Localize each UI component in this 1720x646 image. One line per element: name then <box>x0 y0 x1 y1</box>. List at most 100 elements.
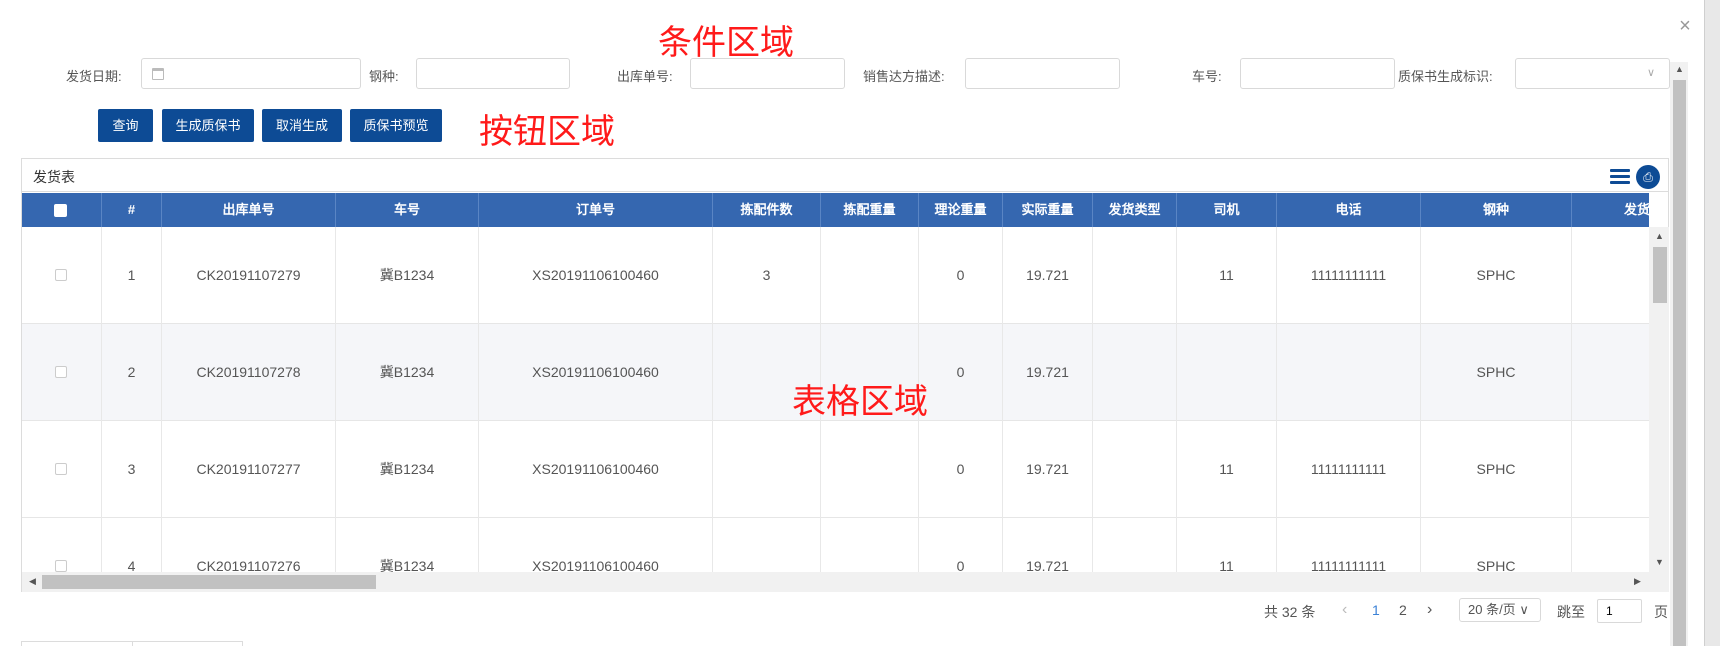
page-size-label: 20 条/页 <box>1468 602 1516 617</box>
col-header: 电话 <box>1277 193 1421 227</box>
row-checkbox[interactable] <box>55 366 67 378</box>
pick-count-cell <box>713 518 821 572</box>
annotation-buttons: 按钮区域 <box>479 112 615 152</box>
row-number: 2 <box>102 324 162 421</box>
vehicle-cell: 冀B1234 <box>336 421 479 518</box>
ship-type-cell <box>1093 518 1177 572</box>
outbound-cell: CK20191107279 <box>162 227 336 324</box>
order-cell: XS20191106100460 <box>479 518 713 572</box>
driver-cell: 11 <box>1177 421 1277 518</box>
query-button[interactable]: 查询 <box>98 109 153 142</box>
sales-desc-field[interactable] <box>965 58 1120 89</box>
row-checkbox[interactable] <box>55 560 67 572</box>
phone-cell: 11111111111 <box>1277 227 1421 324</box>
steel-grade-field[interactable] <box>416 58 570 89</box>
cert-flag-label: 质保书生成标识: <box>1398 69 1493 84</box>
vehicle-cell: 冀B1234 <box>336 324 479 421</box>
calendar-icon <box>152 68 164 80</box>
close-icon[interactable]: × <box>1675 16 1695 36</box>
grade-cell: SPHC <box>1421 518 1572 572</box>
select-all-checkbox[interactable] <box>54 204 67 217</box>
vehicle-no-field[interactable] <box>1240 58 1395 89</box>
next-page-icon[interactable]: › <box>1427 601 1432 619</box>
grade-cell: SPHC <box>1421 421 1572 518</box>
generate-cert-button[interactable]: 生成质保书 <box>162 109 254 142</box>
pick-count-cell: 3 <box>713 227 821 324</box>
jump-label: 跳至 <box>1557 604 1585 620</box>
col-header: # <box>102 193 162 227</box>
grade-cell: SPHC <box>1421 324 1572 421</box>
page-number[interactable]: 1 <box>1372 602 1380 618</box>
table-row[interactable]: 3 CK20191107277 冀B1234 XS20191106100460 … <box>22 421 1649 518</box>
outbound-cell: CK20191107276 <box>162 518 336 572</box>
ship-date-field[interactable] <box>141 58 361 89</box>
actual-weight-cell: 19.721 <box>1003 518 1093 572</box>
scroll-right-icon[interactable]: ▶ <box>1634 576 1641 587</box>
date-cell <box>1572 227 1649 324</box>
ship-type-cell <box>1093 324 1177 421</box>
page-size-select[interactable]: 20 条/页 ∨ <box>1459 598 1541 622</box>
pick-weight-cell <box>821 518 919 572</box>
col-header: 发货日期 <box>1572 193 1649 227</box>
grid-horizontal-scrollbar[interactable]: ◀ ▶ <box>22 572 1669 592</box>
row-checkbox[interactable] <box>55 269 67 281</box>
order-cell: XS20191106100460 <box>479 324 713 421</box>
jump-input[interactable] <box>1597 599 1642 623</box>
menu-icon[interactable] <box>1610 169 1630 184</box>
dialog-scrollbar[interactable]: ▲ <box>1670 62 1688 646</box>
ship-type-cell <box>1093 421 1177 518</box>
grid-title: 发货表 <box>33 169 75 185</box>
row-number: 4 <box>102 518 162 572</box>
row-checkbox[interactable] <box>55 463 67 475</box>
col-header: 拣配件数 <box>713 193 821 227</box>
page-number[interactable]: 2 <box>1399 602 1407 618</box>
pick-weight-cell <box>821 421 919 518</box>
filter-bar: 发货日期: 钢种: 出库单号: 销售达方描述: 车号: 质保书生成标识: ∨ <box>0 58 1680 90</box>
row-select-cell <box>22 518 102 572</box>
row-number: 1 <box>102 227 162 324</box>
backdrop-strip <box>1705 0 1720 646</box>
cert-preview-button[interactable]: 质保书预览 <box>350 109 442 142</box>
col-header: 订单号 <box>479 193 713 227</box>
annotation-table: 表格区域 <box>792 382 928 422</box>
vehicle-cell: 冀B1234 <box>336 518 479 572</box>
prev-page-icon[interactable]: ‹ <box>1342 601 1347 619</box>
row-select-cell <box>22 324 102 421</box>
actual-weight-cell: 19.721 <box>1003 421 1093 518</box>
theory-weight-cell: 0 <box>919 324 1003 421</box>
scroll-down-icon[interactable]: ▼ <box>1655 557 1664 567</box>
date-cell <box>1572 518 1649 572</box>
grid-vertical-scrollbar[interactable]: ▲ ▼ <box>1649 227 1669 572</box>
ship-date-label: 发货日期: <box>66 69 122 84</box>
scroll-left-icon[interactable]: ◀ <box>29 576 36 587</box>
actual-weight-cell: 19.721 <box>1003 227 1093 324</box>
table-row[interactable]: 4 CK20191107276 冀B1234 XS20191106100460 … <box>22 518 1649 572</box>
date-cell <box>1572 324 1649 421</box>
order-cell: XS20191106100460 <box>479 227 713 324</box>
table-row[interactable]: 1 CK20191107279 冀B1234 XS20191106100460 … <box>22 227 1649 324</box>
theory-weight-cell: 0 <box>919 421 1003 518</box>
pick-count-cell <box>713 421 821 518</box>
scroll-thumb[interactable] <box>1673 80 1686 646</box>
theory-weight-cell: 0 <box>919 227 1003 324</box>
grade-cell: SPHC <box>1421 227 1572 324</box>
phone-cell: 11111111111 <box>1277 518 1421 572</box>
print-icon[interactable]: ⎙ <box>1636 165 1660 189</box>
shipping-dialog: × 发货日期: 钢种: 出库单号: 销售达方描述: 车号: 质保书生成标识: ∨… <box>0 0 1720 646</box>
driver-cell: 11 <box>1177 518 1277 572</box>
scroll-up-icon[interactable]: ▲ <box>1655 231 1664 241</box>
col-header: 实际重量 <box>1003 193 1093 227</box>
select-all-cell <box>22 193 102 227</box>
outbound-cell: CK20191107277 <box>162 421 336 518</box>
scroll-thumb[interactable] <box>1653 247 1667 303</box>
ship-type-cell <box>1093 227 1177 324</box>
chevron-down-icon: ∨ <box>1519 602 1529 617</box>
scroll-up-icon[interactable]: ▲ <box>1675 64 1684 74</box>
col-header: 钢种 <box>1421 193 1572 227</box>
col-header: 司机 <box>1177 193 1277 227</box>
scroll-thumb[interactable] <box>42 575 376 589</box>
row-select-cell <box>22 227 102 324</box>
driver-cell: 11 <box>1177 227 1277 324</box>
cancel-generate-button[interactable]: 取消生成 <box>262 109 342 142</box>
steel-grade-label: 钢种: <box>369 69 399 84</box>
